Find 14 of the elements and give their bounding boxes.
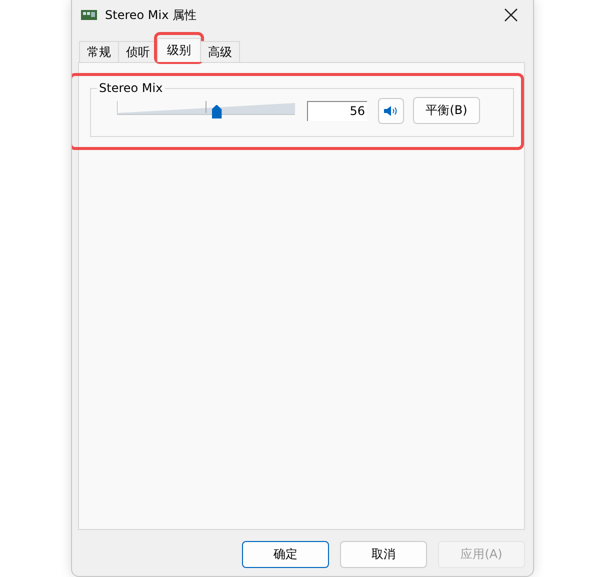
tab[interactable]: 常规 [79,41,119,62]
speaker-button[interactable] [378,98,404,124]
dialog-button[interactable]: 取消 [340,541,427,568]
speaker-icon [384,104,398,116]
sound-card-icon [81,10,97,20]
dialog-button[interactable]: 确定 [242,541,329,568]
tab[interactable]: 级别 [157,38,201,62]
level-field[interactable]: 56 [307,100,367,120]
balance-button[interactable]: 平衡(B) [413,97,480,124]
close-icon [504,8,518,22]
window-title: Stereo Mix 属性 [105,6,198,24]
group-title: Stereo Mix [98,81,164,95]
tab[interactable]: 高级 [200,41,240,62]
slider-thumb[interactable] [212,104,222,118]
